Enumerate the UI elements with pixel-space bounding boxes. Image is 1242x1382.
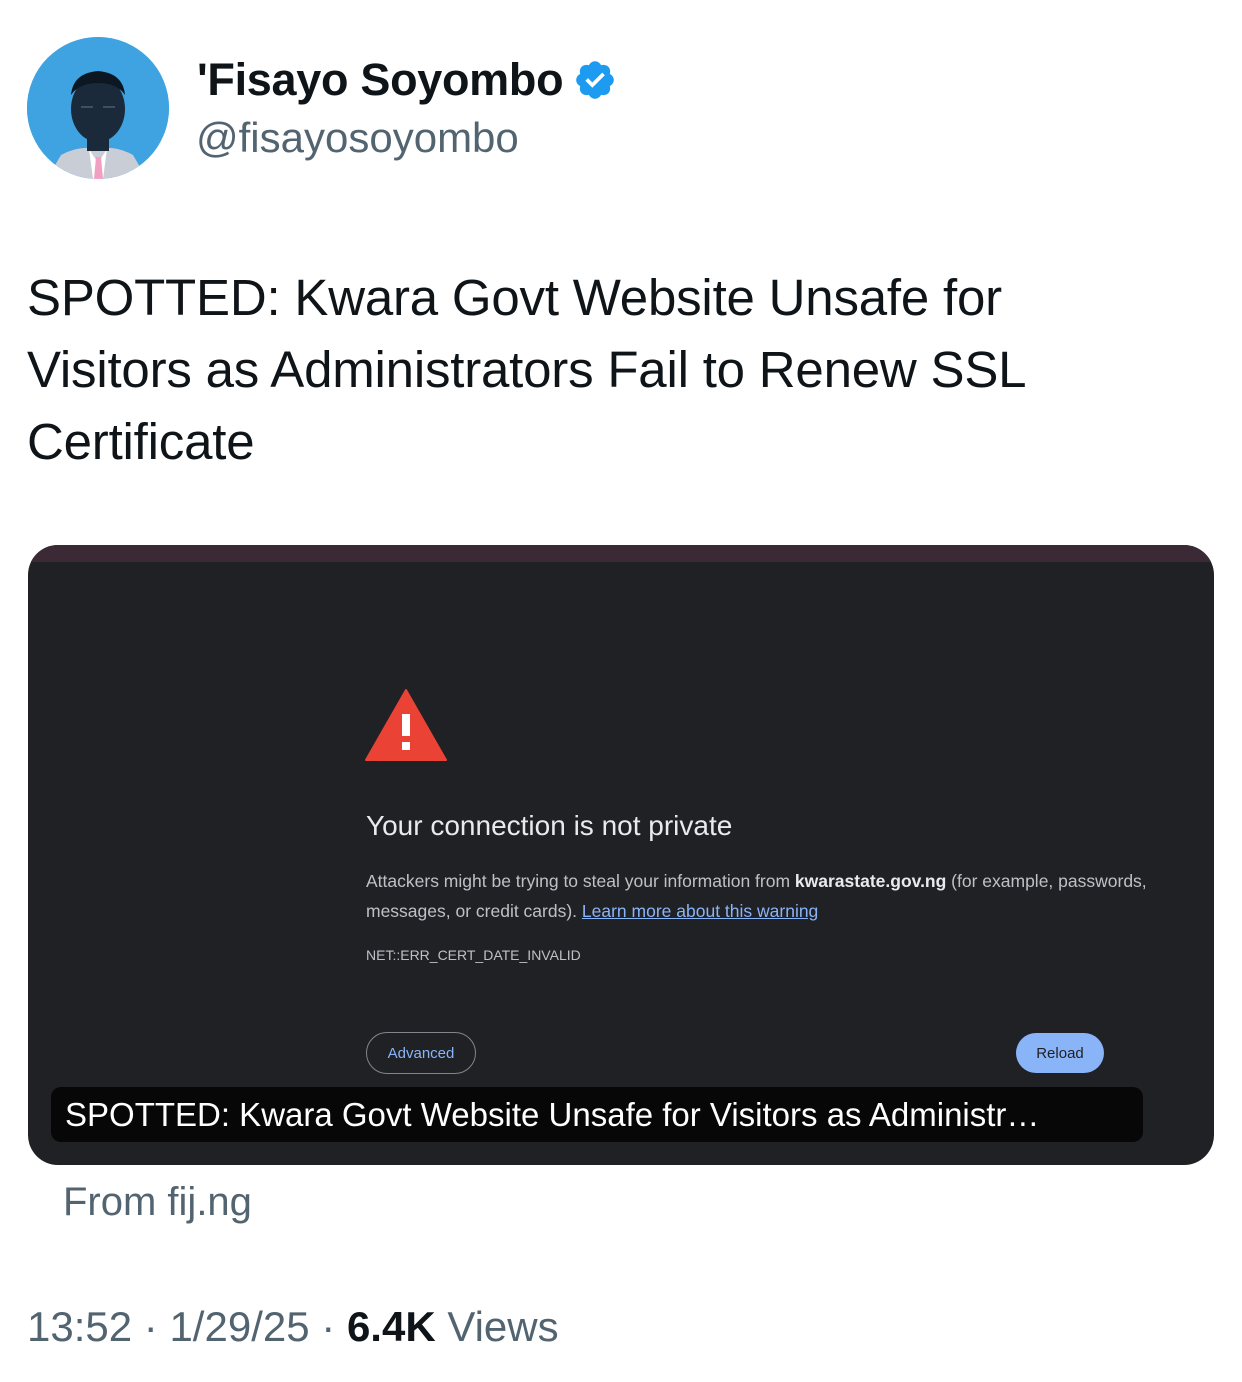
avatar[interactable] (27, 37, 169, 179)
card-caption[interactable]: SPOTTED: Kwara Govt Website Unsafe for V… (51, 1087, 1143, 1142)
meta-separator: · (321, 1303, 336, 1350)
card-source[interactable]: From fij.ng (63, 1180, 252, 1225)
warning-heading: Your connection is not private (366, 810, 733, 841)
learn-more-link[interactable]: Learn more about this warning (582, 901, 818, 921)
views-label: Views (447, 1303, 559, 1350)
tweet-time[interactable]: 13:52 (27, 1303, 132, 1350)
verified-badge-icon[interactable] (573, 58, 617, 102)
reload-button[interactable]: Reload (1016, 1033, 1104, 1073)
warning-domain: kwarastate.gov.ng (794, 871, 947, 891)
tweet-text: SPOTTED: Kwara Govt Website Unsafe for V… (27, 269, 1025, 470)
error-code: NET::ERR_CERT_DATE_INVALID (366, 947, 581, 963)
meta-separator: · (143, 1303, 158, 1350)
tweet-date[interactable]: 1/29/25 (169, 1303, 309, 1350)
display-name-row: 'Fisayo Soyombo (197, 52, 617, 108)
views-count: 6.4K (346, 1303, 436, 1350)
warning-body-prefix: Attackers might be trying to steal your … (366, 871, 795, 891)
warning-body: Attackers might be trying to steal your … (366, 866, 1156, 926)
advanced-button[interactable]: Advanced (366, 1032, 476, 1074)
handle[interactable]: @fisayosoyombo (196, 114, 519, 162)
display-name[interactable]: 'Fisayo Soyombo (197, 54, 564, 106)
warning-triangle-icon (365, 689, 447, 761)
tweet-meta: 13:52 · 1/29/25 · 6.4K Views (27, 1303, 559, 1351)
link-card[interactable]: Your connection is not private Attackers… (28, 545, 1214, 1165)
browser-topbar (28, 545, 1214, 562)
profile-illustration-icon (27, 37, 169, 179)
